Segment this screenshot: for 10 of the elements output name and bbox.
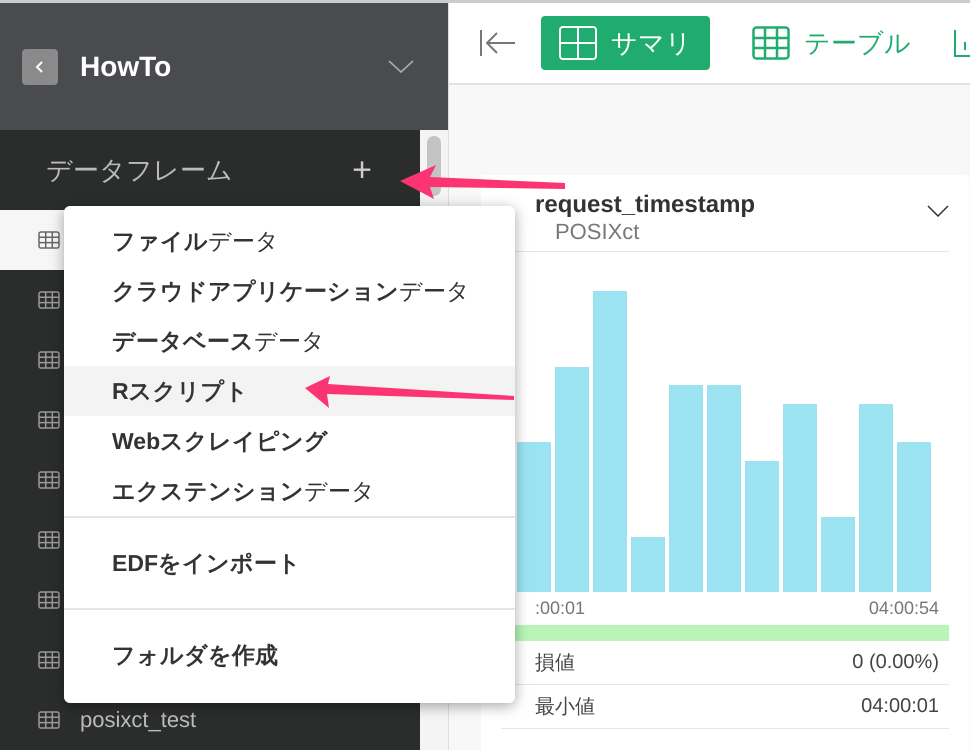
stat-value: 0 (0.00%): [852, 651, 939, 674]
axis-label: :00:01: [535, 598, 586, 619]
column-type: POSIXct: [554, 219, 640, 245]
axis-label: 04:00:54: [868, 598, 939, 619]
stat-label: 最小値: [535, 695, 595, 720]
section-title: データフレーム: [46, 154, 233, 186]
project-title: HowTo: [80, 50, 172, 82]
stat-value: 04:00:01: [861, 695, 939, 718]
stat-label: 損値: [535, 651, 575, 676]
column-title: request_timestamp: [535, 191, 756, 219]
